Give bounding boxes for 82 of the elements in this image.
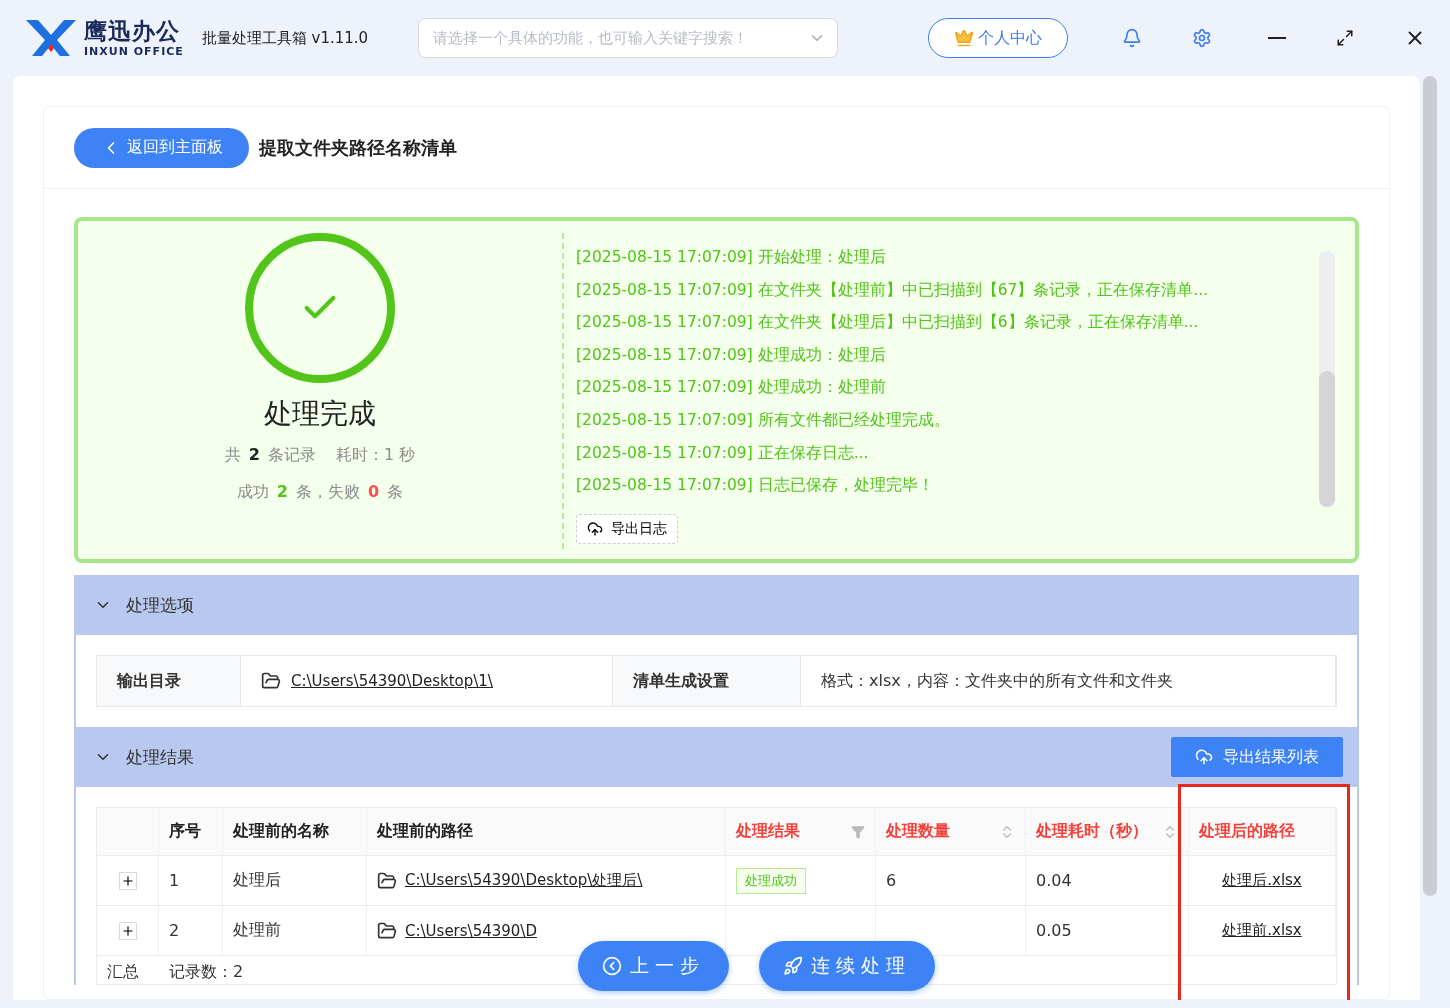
settings-icon	[1192, 28, 1213, 48]
column-header[interactable]: 处理数量	[876, 808, 1026, 856]
settings-button[interactable]	[1192, 28, 1213, 48]
summary-value: 记录数：2	[168, 961, 245, 983]
table-cell: 0.05	[1026, 906, 1189, 956]
plus-icon	[120, 873, 135, 888]
section-header[interactable]: 处理选项	[74, 575, 1359, 635]
page-title: 提取文件夹路径名称清单	[259, 135, 457, 160]
section-header[interactable]: 处理结果 导出结果列表	[74, 727, 1359, 787]
maximize-button[interactable]	[1336, 29, 1355, 47]
table-cell: 0.04	[1026, 856, 1189, 906]
output-file-link[interactable]: 处理后.xlsx	[1222, 871, 1302, 890]
failure-count: 0	[368, 482, 380, 503]
previous-step-button[interactable]: 上一步	[578, 941, 729, 991]
scrollbar[interactable]	[1423, 76, 1437, 896]
log-line: [2025-08-15 17:07:09] 开始处理：处理后	[576, 247, 887, 268]
log-line: [2025-08-15 17:07:09] 正在保存日志...	[576, 442, 870, 464]
back-button[interactable]: 返回到主面板	[74, 127, 249, 168]
option-label: 清单生成设置	[613, 656, 801, 706]
success-icon	[245, 233, 395, 383]
summary-label: 汇总	[106, 961, 140, 983]
log-line: [2025-08-15 17:07:09] 处理成功：处理前	[576, 377, 887, 399]
table-cell: 6	[876, 856, 1026, 906]
success-count: 2	[276, 482, 288, 503]
table-cell: 2	[159, 906, 223, 956]
folder-icon	[377, 870, 397, 891]
table-cell: 处理前	[223, 906, 367, 956]
log-line: [2025-08-15 17:07:09] 处理成功：处理后	[576, 344, 887, 366]
section-title: 处理选项	[126, 593, 194, 617]
bell-icon	[1122, 28, 1143, 48]
maximize-icon	[1336, 29, 1355, 47]
elapsed-time: 耗时：1 秒	[335, 445, 416, 466]
minimize-button[interactable]	[1268, 37, 1287, 39]
notification-button[interactable]	[1122, 28, 1143, 48]
output-file-link[interactable]: 处理前.xlsx	[1222, 921, 1302, 940]
option-value: 格式：xlsx，内容：文件夹中的所有文件和文件夹	[801, 656, 1336, 706]
stat-label: 共	[224, 445, 241, 466]
logo-text: 鹰迅办公	[84, 19, 181, 43]
stat-label: 条	[387, 482, 404, 503]
column-header[interactable]: 处理结果	[726, 808, 876, 856]
logo-subtitle: INXUN OFFICE	[84, 45, 184, 57]
logo-icon	[24, 18, 78, 58]
status-title: 处理完成	[264, 396, 376, 432]
continue-button[interactable]: 连续处理	[759, 941, 935, 991]
export-log-button[interactable]: 导出日志	[576, 513, 678, 544]
log-line: [2025-08-15 17:07:09] 在文件夹【处理前】中已扫描到【67】条记录，正在保存清单...	[576, 279, 1210, 301]
total-count: 2	[248, 445, 260, 466]
table-cell: 处理后	[223, 856, 367, 906]
column-header[interactable]: 处理后的路径	[1189, 808, 1336, 856]
output-path-link[interactable]: C:\Users\54390\Desktop\1\	[291, 672, 493, 690]
back-circle-icon	[602, 956, 622, 976]
log-line: [2025-08-15 17:07:09] 在文件夹【处理后】中已扫描到【6】条记录，正在保存清单...	[576, 312, 1200, 334]
cloud-upload-icon	[587, 520, 603, 537]
log-line: [2025-08-15 17:07:09] 日志已保存，处理完毕！	[576, 475, 935, 497]
minimize-icon	[1268, 37, 1287, 39]
stat-label: 成功	[236, 482, 269, 503]
table-cell: 1	[159, 856, 223, 906]
column-header[interactable]: 处理前的名称	[223, 808, 367, 856]
path-link[interactable]: C:\Users\54390\D	[405, 921, 537, 940]
scrollbar[interactable]	[1319, 251, 1335, 507]
cloud-upload-icon	[1195, 748, 1213, 766]
app-title: 批量处理工具箱 v1.11.0	[201, 28, 369, 48]
column-header[interactable]: 处理耗时（秒）	[1026, 808, 1189, 856]
rocket-icon	[783, 956, 803, 976]
plus-icon	[120, 923, 135, 938]
user-center-button[interactable]: 个人中心	[928, 18, 1069, 58]
crown-icon	[954, 28, 975, 48]
stat-label: 条记录	[267, 445, 316, 466]
expand-button[interactable]	[118, 871, 137, 890]
status-tag: 处理成功	[736, 867, 806, 894]
folder-icon	[261, 671, 281, 691]
column-header[interactable]: 处理前的路径	[367, 808, 726, 856]
folder-icon	[377, 920, 397, 941]
path-link[interactable]: C:\Users\54390\Desktop\处理后\	[405, 871, 643, 890]
stat-label: 条，失败	[296, 482, 360, 503]
column-header[interactable]: 序号	[159, 808, 223, 856]
log-line: [2025-08-15 17:07:09] 所有文件都已经处理完成。	[576, 409, 951, 431]
expand-button[interactable]	[118, 921, 137, 940]
option-label: 输出目录	[97, 656, 241, 706]
export-results-button[interactable]: 导出结果列表	[1171, 737, 1343, 777]
section-title: 处理结果	[126, 745, 194, 769]
filter-icon[interactable]	[851, 824, 865, 839]
